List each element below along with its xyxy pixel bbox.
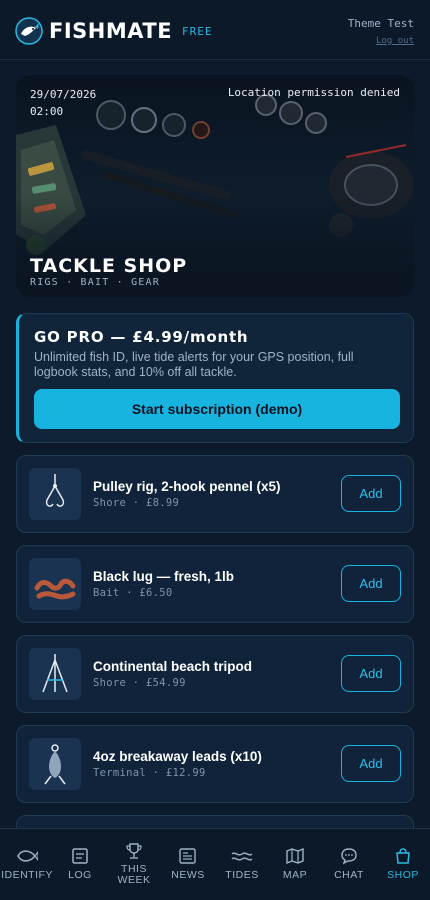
nav-item-news[interactable]: NEWS: [161, 829, 215, 900]
nav-label: THIS WEEK: [118, 864, 151, 886]
product-thumbnail: [29, 468, 81, 520]
lugworm-icon: [34, 578, 76, 600]
product-name: Pulley rig, 2-hook pennel (x5): [93, 479, 281, 494]
app-header: FISHMATE FREE Theme Test Log out: [0, 0, 430, 60]
pro-title: GO PRO — £4.99/month: [34, 328, 249, 346]
product-name: Black lug — fresh, 1lb: [93, 569, 235, 584]
hero-time: 02:00: [30, 105, 64, 118]
rig-icon: [45, 474, 65, 507]
product-meta: Terminal · £12.99: [93, 767, 206, 779]
chat-icon: [341, 848, 357, 865]
hero-date: 29/07/2026: [30, 88, 97, 101]
product-card: Pulley rig, 2-hook pennel (x5) Shore · £…: [16, 455, 414, 533]
nav-label: IDENTIFY: [1, 869, 53, 881]
logbook-icon: [72, 848, 88, 864]
shopping-bag-icon: [396, 848, 410, 864]
waves-icon: [231, 852, 253, 861]
logout-link[interactable]: Log out: [376, 36, 414, 46]
nav-label: TIDES: [225, 869, 259, 881]
product-card: Continental beach tripod Shore · £54.99 …: [16, 635, 414, 713]
trophy-icon: [126, 843, 142, 859]
nav-label: SHOP: [387, 869, 419, 881]
nav-item-map[interactable]: MAP: [268, 829, 322, 900]
nav-item-shop[interactable]: SHOP: [376, 829, 430, 900]
product-thumbnail: [29, 648, 81, 700]
add-to-cart-button[interactable]: Add: [341, 655, 401, 692]
nav-label: CHAT: [334, 869, 364, 881]
plan-badge: FREE: [182, 25, 213, 38]
nav-label: NEWS: [171, 869, 205, 881]
product-name: Continental beach tripod: [93, 659, 253, 674]
nav-item-chat[interactable]: CHAT: [322, 829, 376, 900]
app-logo-text: FISHMATE: [49, 19, 173, 43]
page-title: TACKLE SHOP: [30, 255, 188, 277]
product-thumbnail: [29, 738, 81, 790]
product-card: Black lug — fresh, 1lb Bait · £6.50 Add: [16, 545, 414, 623]
bottom-navigation: IDENTIFY LOG THIS WEEK NEWS TIDES MAP CH…: [0, 828, 430, 900]
add-to-cart-button[interactable]: Add: [341, 745, 401, 782]
start-subscription-button[interactable]: Start subscription (demo): [34, 389, 400, 429]
product-name: 4oz breakaway leads (x10): [93, 749, 262, 764]
page-subtitle: RIGS · BAIT · GEAR: [30, 277, 160, 288]
fish-icon: [17, 850, 38, 862]
fish-logo-icon: [15, 17, 43, 45]
user-name: Theme Test: [347, 17, 414, 30]
tripod-icon: [42, 654, 68, 693]
product-meta: Shore · £8.99: [93, 497, 180, 509]
add-to-cart-button[interactable]: Add: [341, 565, 401, 602]
pro-description: Unlimited fish ID, live tide alerts for …: [34, 350, 354, 379]
nav-label: LOG: [68, 869, 92, 881]
product-thumbnail: [29, 558, 81, 610]
hero-datetime: 29/07/2026 02:00: [30, 86, 96, 120]
nav-item-this-week[interactable]: THIS WEEK: [107, 829, 161, 900]
product-card: 4oz breakaway leads (x10) Terminal · £12…: [16, 725, 414, 803]
nav-item-tides[interactable]: TIDES: [215, 829, 269, 900]
lead-weight-icon: [44, 744, 66, 785]
nav-label: MAP: [282, 869, 308, 881]
newspaper-icon: [179, 848, 196, 864]
product-meta: Shore · £54.99: [93, 677, 186, 689]
hero-banner: 29/07/2026 02:00 Location permission den…: [16, 75, 414, 297]
pro-upsell-card: GO PRO — £4.99/month Unlimited fish ID, …: [16, 313, 414, 443]
nav-label-line: WEEK: [117, 874, 151, 886]
add-to-cart-button[interactable]: Add: [341, 475, 401, 512]
nav-item-log[interactable]: LOG: [53, 829, 107, 900]
product-meta: Bait · £6.50: [93, 587, 173, 599]
location-status: Location permission denied: [227, 86, 400, 99]
nav-item-identify[interactable]: IDENTIFY: [0, 829, 54, 900]
map-icon: [286, 847, 304, 865]
